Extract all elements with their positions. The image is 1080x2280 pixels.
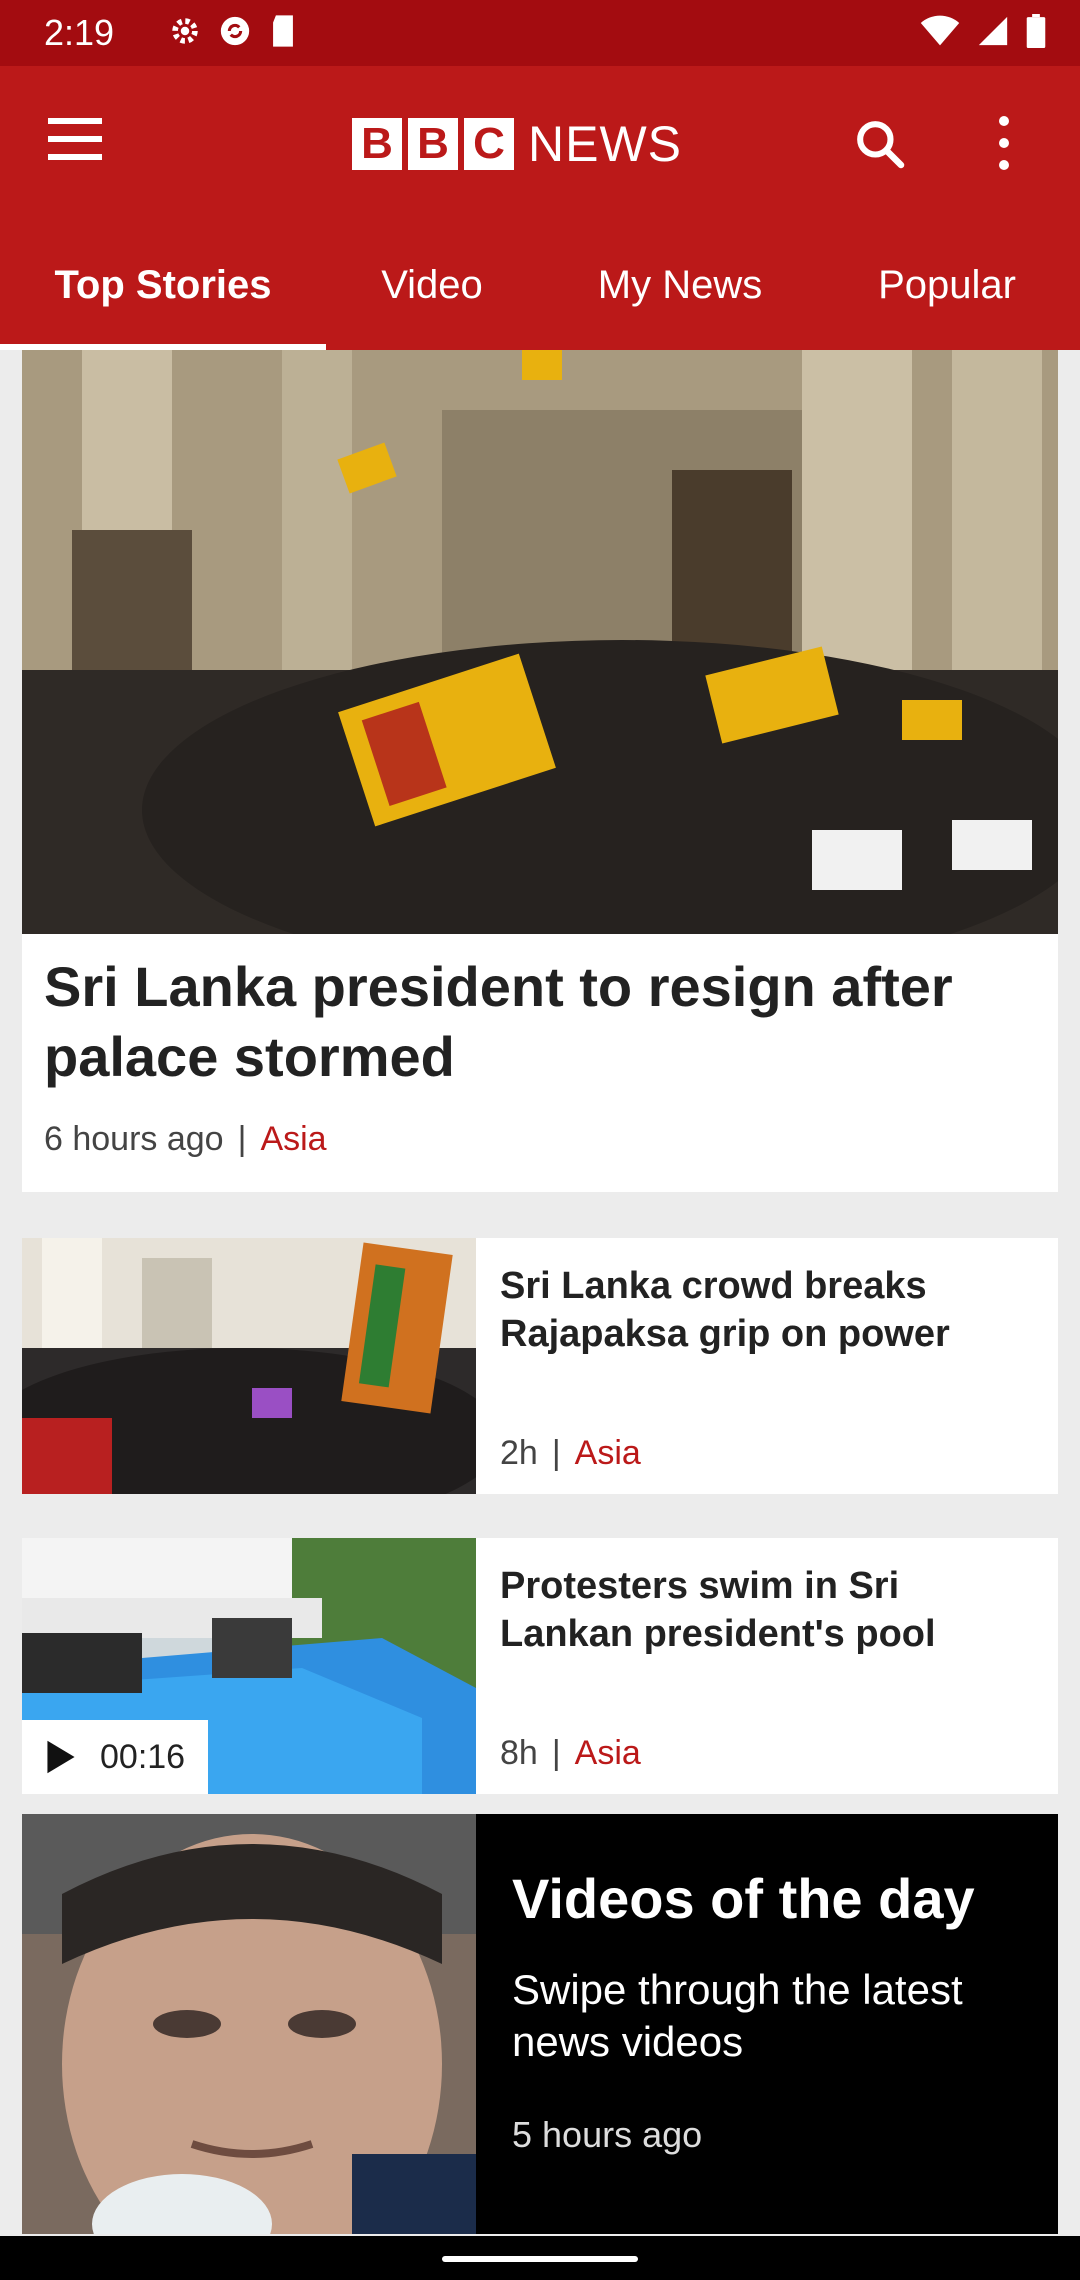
separator: | [551, 1734, 561, 1772]
videos-of-the-day-time: 5 hours ago [512, 2114, 703, 2155]
wifi-icon [920, 15, 960, 46]
status-time: 2:19 [44, 12, 115, 53]
story-meta: 2h | Asia [500, 1434, 641, 1473]
story-category[interactable]: Asia [575, 1734, 641, 1772]
videos-of-the-day-title: Videos of the day [512, 1867, 975, 1930]
video-duration-badge[interactable]: 00:16 [22, 1720, 208, 1794]
menu-button[interactable] [48, 118, 108, 178]
hero-story-title[interactable]: Sri Lanka president to resign after pala… [44, 952, 1034, 1092]
sync-icon [220, 16, 250, 46]
videos-of-the-day-subtitle: Swipe through the latest news videos [512, 1966, 963, 2065]
story-time: 2h [500, 1434, 538, 1472]
system-navigation-bar [0, 2236, 1080, 2280]
more-options-button[interactable] [984, 116, 1024, 176]
separator: | [237, 1120, 247, 1158]
tab-my-news[interactable]: My News [538, 220, 822, 350]
tab-popular[interactable]: Popular [822, 220, 1072, 350]
story-meta: 8h | Asia [500, 1734, 641, 1773]
videos-of-the-day-image [22, 1814, 476, 2234]
story-card[interactable]: 00:16 Protesters swim in Sri Lankan pres… [22, 1538, 1058, 1794]
story-image [22, 1238, 476, 1494]
home-gesture-handle[interactable] [442, 2256, 638, 2262]
logo-word: NEWS [528, 116, 682, 172]
videos-of-the-day-card[interactable]: Videos of the day Swipe through the late… [22, 1814, 1058, 2234]
sd-card-icon [273, 15, 293, 47]
cell-signal-icon [978, 16, 1008, 46]
menu-icon [48, 118, 102, 124]
story-category[interactable]: Asia [575, 1434, 641, 1472]
story-time: 6 hours ago [44, 1120, 224, 1158]
story-title[interactable]: Sri Lanka crowd breaks Rajapaksa grip on… [500, 1262, 1030, 1358]
hero-story-image [22, 350, 1058, 934]
separator: | [551, 1434, 561, 1472]
story-category[interactable]: Asia [260, 1120, 326, 1158]
logo-letter: C [464, 118, 514, 170]
story-title[interactable]: Protesters swim in Sri Lankan president'… [500, 1562, 1030, 1658]
tab-video[interactable]: Video [326, 220, 538, 350]
video-duration: 00:16 [100, 1737, 186, 1776]
hero-story-meta: 6 hours ago | Asia [44, 1120, 327, 1159]
more-vert-icon [999, 116, 1009, 126]
bbc-news-logo: B B C NEWS [352, 118, 682, 170]
story-time: 8h [500, 1734, 538, 1772]
search-button[interactable] [852, 116, 912, 176]
play-icon [47, 1740, 75, 1774]
status-bar: 2:19 [0, 0, 1080, 66]
section-tabs: Top Stories Video My News Popular [0, 220, 1080, 350]
settings-icon [172, 18, 198, 44]
logo-letter: B [352, 118, 402, 170]
hero-story-card[interactable]: Sri Lanka president to resign after pala… [22, 350, 1058, 1192]
search-icon [857, 121, 905, 169]
story-card[interactable]: Sri Lanka crowd breaks Rajapaksa grip on… [22, 1238, 1058, 1494]
tab-top-stories[interactable]: Top Stories [0, 220, 326, 350]
logo-letter: B [408, 118, 458, 170]
battery-icon [1026, 14, 1046, 48]
